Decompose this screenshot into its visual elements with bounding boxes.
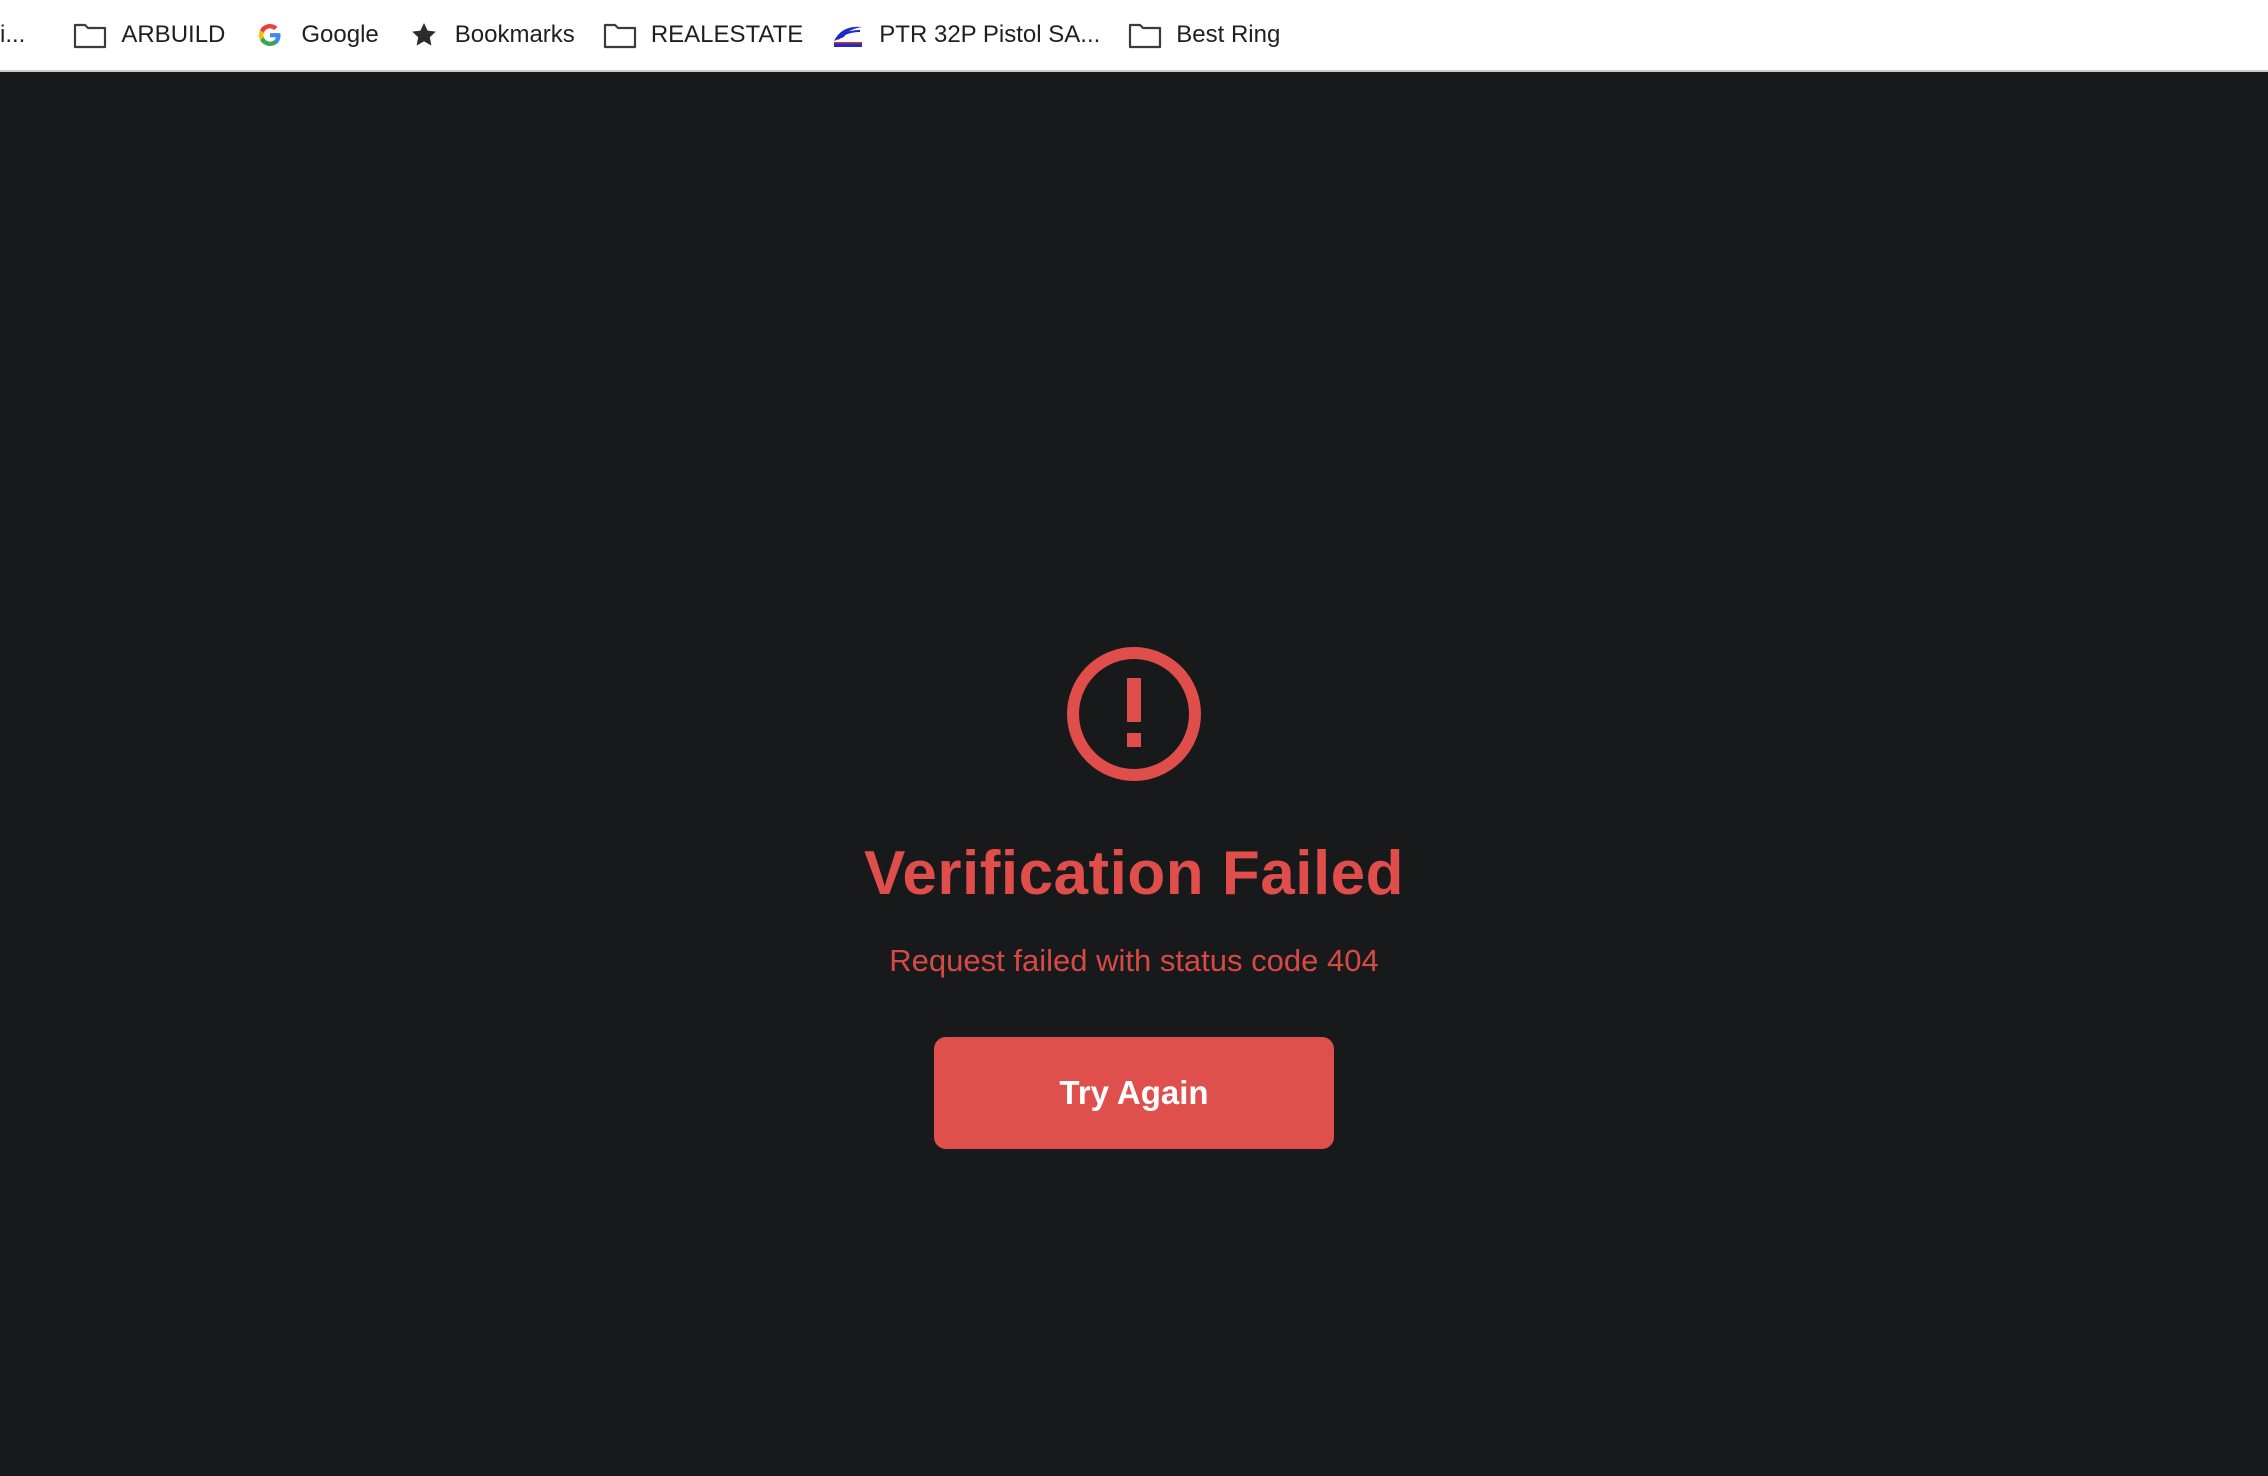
error-panel: Verification Failed Request failed with … (0, 644, 2268, 1149)
bookmarks-bar: i... ARBUILD Google Bookmarks REALESTATE (0, 0, 2268, 72)
star-icon (407, 18, 441, 52)
bookmark-arbuild[interactable]: ARBUILD (59, 13, 239, 57)
site-favicon-icon (831, 18, 865, 52)
bookmark-best-ring[interactable]: Best Ring (1114, 13, 1294, 57)
bookmark-label: i... (0, 21, 26, 48)
try-again-button[interactable]: Try Again (934, 1037, 1334, 1149)
bookmark-label: Best Ring (1176, 21, 1281, 48)
folder-icon (73, 18, 107, 52)
bookmark-ptr-32p[interactable]: PTR 32P Pistol SA... (817, 13, 1114, 57)
folder-icon (1128, 18, 1162, 52)
bookmark-label: Bookmarks (454, 21, 575, 48)
alert-circle-icon (1064, 644, 1204, 784)
bookmark-label: PTR 32P Pistol SA... (879, 21, 1101, 48)
page-content: Verification Failed Request failed with … (0, 74, 2268, 1476)
bookmark-google[interactable]: Google (239, 13, 392, 57)
bookmark-label: REALESTATE (650, 21, 804, 48)
bookmark-label: ARBUILD (121, 21, 226, 48)
error-message: Request failed with status code 404 (889, 943, 1379, 978)
folder-icon (603, 18, 637, 52)
bookmark-truncated[interactable]: i... (0, 13, 39, 57)
bookmark-bookmarks[interactable]: Bookmarks (393, 13, 589, 57)
bookmark-label: Google (301, 21, 379, 48)
error-title: Verification Failed (863, 839, 1405, 908)
google-icon (253, 18, 287, 52)
bookmark-realestate[interactable]: REALESTATE (589, 13, 817, 57)
